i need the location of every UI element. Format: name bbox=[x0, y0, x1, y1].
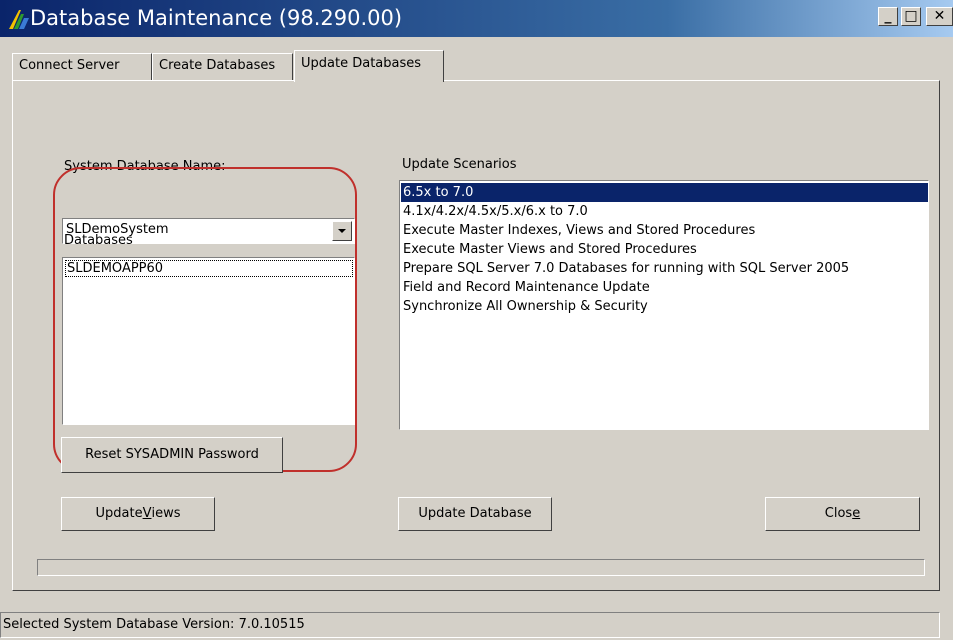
databases-list[interactable]: SLDEMOAPP60 bbox=[62, 257, 355, 425]
update-views-button[interactable]: Update Views bbox=[61, 497, 215, 531]
minimize-icon: _ bbox=[884, 8, 892, 24]
list-item[interactable]: Synchronize All Ownership & Security bbox=[401, 297, 928, 316]
tab-label: Connect Server bbox=[19, 58, 120, 73]
tab-update-databases[interactable]: Update Databases bbox=[294, 50, 444, 82]
accelerator-key: e bbox=[852, 506, 861, 521]
button-label: Reset SYSADMIN Password bbox=[85, 447, 259, 462]
tab-create-databases[interactable]: Create Databases bbox=[152, 53, 293, 80]
app-icon bbox=[9, 10, 29, 29]
close-icon: ✕ bbox=[933, 8, 946, 24]
minimize-button[interactable]: _ bbox=[878, 7, 898, 26]
maximize-icon: □ bbox=[904, 8, 918, 24]
list-item[interactable]: Field and Record Maintenance Update bbox=[401, 278, 928, 297]
close-window-button[interactable]: ✕ bbox=[926, 7, 953, 26]
list-item[interactable]: Execute Master Views and Stored Procedur… bbox=[401, 240, 928, 259]
main-window: Connect Server Create Databases Update D… bbox=[0, 37, 953, 640]
update-scenarios-list[interactable]: 6.5x to 7.0 4.1x/4.2x/4.5x/5.x/6.x to 7.… bbox=[399, 180, 929, 430]
tab-label: Update Databases bbox=[301, 56, 422, 71]
chevron-down-icon bbox=[338, 229, 346, 233]
reset-sysadmin-password-button[interactable]: Reset SYSADMIN Password bbox=[61, 437, 283, 473]
label-part: Clos bbox=[824, 506, 853, 521]
list-item[interactable]: 4.1x/4.2x/4.5x/5.x/6.x to 7.0 bbox=[401, 202, 928, 221]
button-label: Update Views bbox=[95, 498, 180, 530]
label-part: Update bbox=[95, 506, 143, 521]
list-item[interactable]: Prepare SQL Server 7.0 Databases for run… bbox=[401, 259, 928, 278]
status-bar: Selected System Database Version: 7.0.10… bbox=[0, 612, 940, 638]
button-label: Close bbox=[825, 498, 860, 530]
label-part: iews bbox=[151, 506, 181, 521]
databases-label: Databases bbox=[64, 233, 133, 248]
button-label: Update Database bbox=[418, 506, 532, 521]
maximize-button[interactable]: □ bbox=[901, 7, 921, 26]
tab-label: Create Databases bbox=[159, 58, 276, 73]
list-item[interactable]: 6.5x to 7.0 bbox=[401, 183, 928, 202]
list-item[interactable]: Execute Master Indexes, Views and Stored… bbox=[401, 221, 928, 240]
progress-bar bbox=[37, 559, 925, 576]
update-database-button[interactable]: Update Database bbox=[398, 497, 552, 531]
system-db-label: System Database Name: bbox=[64, 159, 226, 174]
update-scenarios-label: Update Scenarios bbox=[402, 157, 517, 172]
status-text: Selected System Database Version: 7.0.10… bbox=[3, 617, 305, 632]
close-button[interactable]: Close bbox=[765, 497, 920, 531]
window-title: Database Maintenance (98.290.00) bbox=[30, 6, 403, 30]
combo-dropdown-button[interactable] bbox=[332, 221, 352, 241]
list-item[interactable]: SLDEMOAPP60 bbox=[65, 260, 353, 277]
accelerator-key: V bbox=[142, 506, 152, 521]
title-bar[interactable]: Database Maintenance (98.290.00) _ □ ✕ bbox=[0, 0, 953, 37]
tab-connect-server[interactable]: Connect Server bbox=[12, 53, 152, 80]
